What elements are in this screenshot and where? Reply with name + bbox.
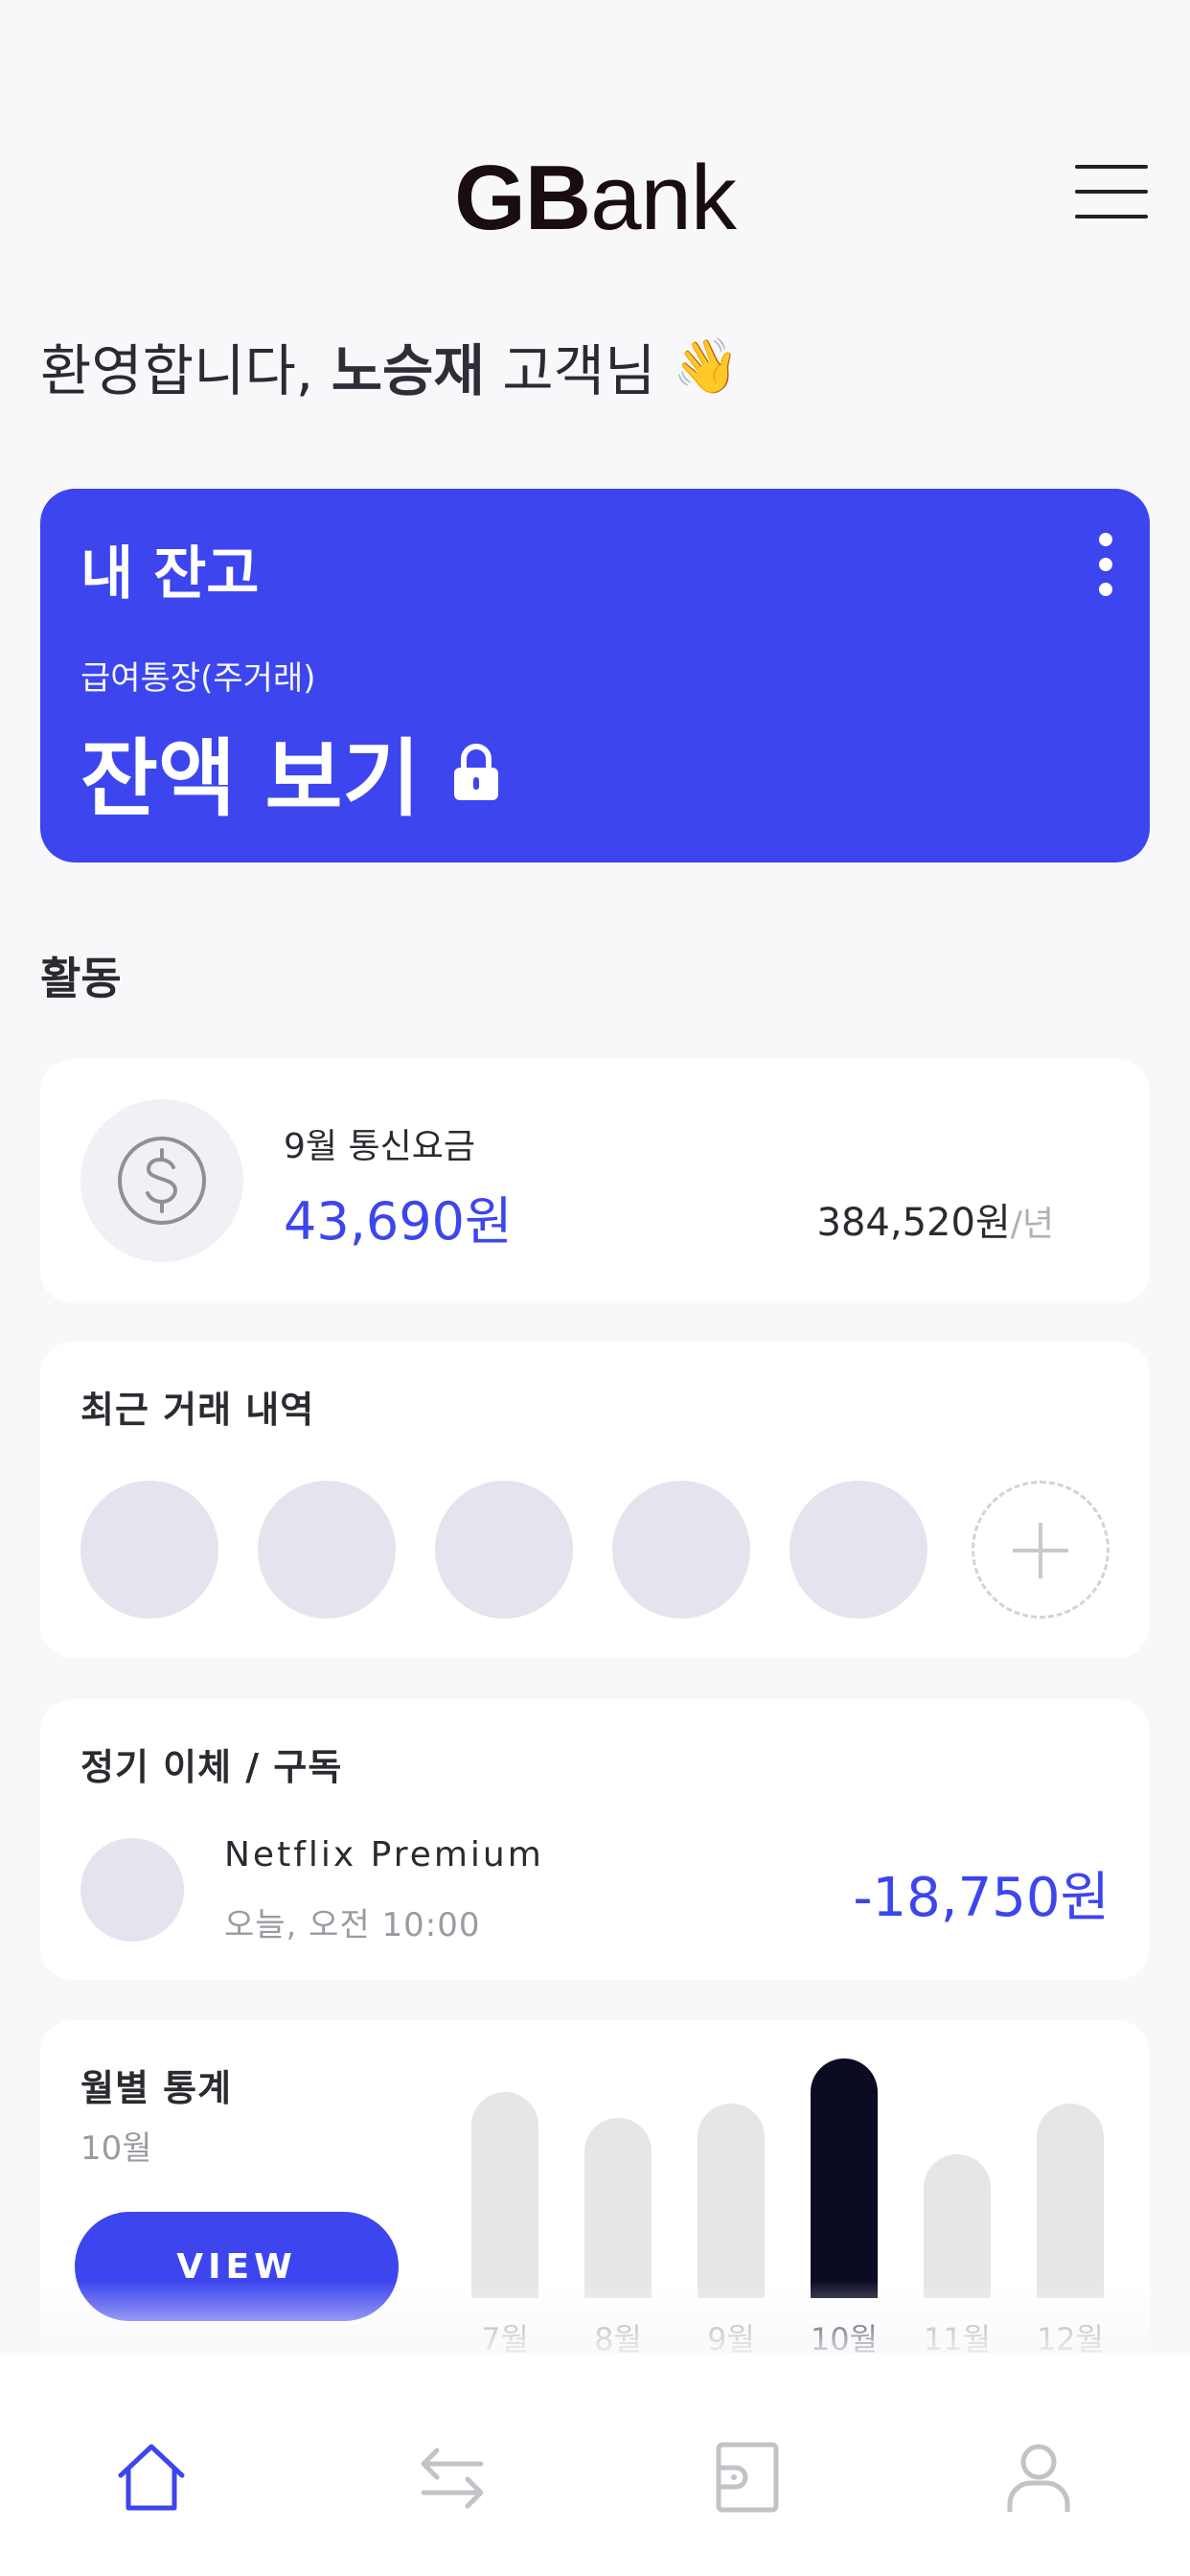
greeting-prefix: 환영합니다,: [40, 338, 332, 403]
show-balance-button[interactable]: 잔액 보기: [80, 711, 500, 833]
recent-transactions-card: 최근 거래 내역: [40, 1342, 1150, 1658]
transfer-arrows-icon[interactable]: [414, 2439, 491, 2516]
header: GBank: [0, 0, 1190, 288]
chart-bar[interactable]: [698, 2104, 765, 2298]
subscription-name[interactable]: Netflix Premium: [224, 1835, 544, 1874]
more-options-icon[interactable]: [1096, 533, 1115, 596]
app-screen: GBank 환영합니다, 노승재 고객님 👋 내 잔고 급여통장(주거래) 잔액…: [0, 0, 1190, 2576]
wallet-icon[interactable]: [709, 2439, 786, 2516]
telecom-bill-card[interactable]: 9월 통신요금 43,690원 384,520원/년: [40, 1059, 1150, 1303]
bottom-tab-bar: [0, 2353, 1190, 2576]
recent-contact-avatar[interactable]: [435, 1481, 573, 1619]
bill-amount: 43,690원: [284, 1191, 513, 1252]
chart-bar[interactable]: [584, 2118, 652, 2298]
yearly-amount: 384,520원: [816, 1201, 1011, 1245]
scroll-fade: [0, 2281, 1190, 2358]
logo-bold-part: GB: [454, 147, 591, 249]
recent-transactions-title: 최근 거래 내역: [80, 1389, 315, 1431]
app-logo: GBank: [0, 146, 1190, 251]
show-balance-label: 잔액 보기: [80, 729, 421, 828]
balance-card-title: 내 잔고: [80, 540, 260, 608]
account-name: 급여통장(주거래): [80, 659, 316, 698]
chart-bar[interactable]: [811, 2058, 878, 2298]
chart-bar[interactable]: [924, 2154, 991, 2298]
hamburger-menu-icon[interactable]: [1075, 161, 1148, 220]
subscription-avatar: [80, 1838, 184, 1942]
greeting: 환영합니다, 노승재 고객님 👋: [40, 326, 740, 406]
yearly-unit: /년: [1010, 1205, 1054, 1244]
customer-name: 노승재: [331, 338, 485, 403]
stats-title: 월별 통계: [80, 2067, 233, 2109]
subscription-time: 오늘, 오전 10:00: [224, 1906, 481, 1944]
stats-current-month: 10월: [80, 2129, 152, 2168]
logo-light-part: ank: [590, 147, 737, 249]
recent-contact-avatar[interactable]: [612, 1481, 750, 1619]
lock-icon: [454, 743, 499, 800]
balance-card[interactable]: 내 잔고 급여통장(주거래) 잔액 보기: [40, 489, 1150, 862]
add-contact-plus-icon[interactable]: [972, 1481, 1110, 1619]
chart-bar[interactable]: [471, 2092, 538, 2298]
dollar-coin-icon: [118, 1137, 206, 1225]
coin-badge: [80, 1099, 243, 1262]
recent-contact-avatar[interactable]: [790, 1481, 927, 1619]
chart-bar[interactable]: [1037, 2104, 1104, 2298]
subscriptions-title: 정기 이체 / 구독: [80, 1746, 343, 1788]
recent-contact-avatar[interactable]: [258, 1481, 396, 1619]
waving-hand-icon: 👋: [673, 335, 741, 398]
recent-contact-avatar[interactable]: [80, 1481, 218, 1619]
subscriptions-card: 정기 이체 / 구독 Netflix Premium 오늘, 오전 10:00 …: [40, 1699, 1150, 1980]
profile-icon[interactable]: [1000, 2439, 1077, 2516]
greeting-suffix: 고객님: [484, 338, 656, 403]
activity-section-title: 활동: [40, 953, 122, 1004]
subscription-amount: -18,750원: [853, 1867, 1110, 1929]
home-icon[interactable]: [113, 2439, 190, 2516]
bill-title: 9월 통신요금: [284, 1127, 475, 1166]
bill-yearly-total: 384,520원/년: [817, 1191, 1054, 1247]
